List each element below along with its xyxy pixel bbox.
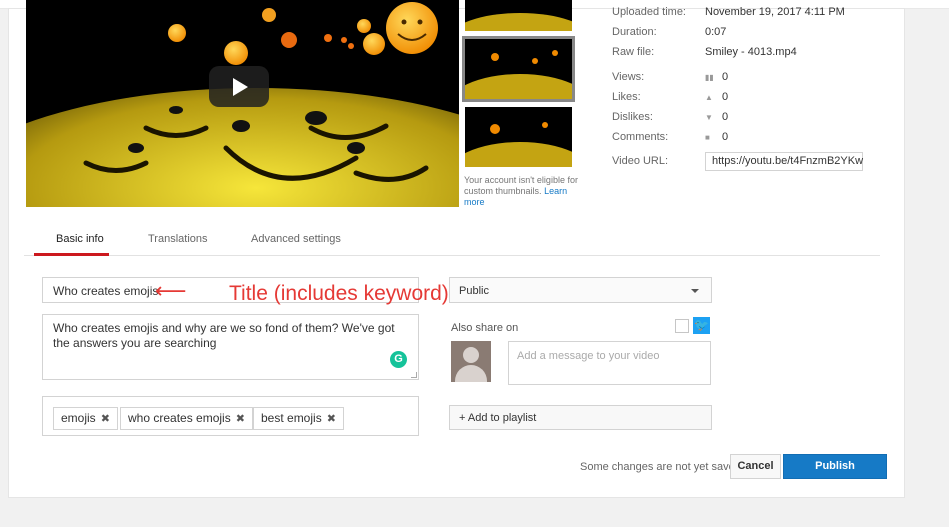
remove-tag-icon[interactable]: ✖ [101,413,110,425]
thumbnail-note: Your account isn't eligible for custom t… [464,175,578,207]
description-textarea[interactable]: Who creates emojis and why are we so fon… [42,314,419,380]
tab-translations[interactable]: Translations [148,233,208,245]
publish-button[interactable]: Publish [783,454,887,479]
resize-handle[interactable] [411,372,417,378]
share-twitter-checkbox[interactable] [675,319,689,333]
cancel-button[interactable]: Cancel [730,454,781,479]
unsaved-status: Some changes are not yet saved. [580,461,744,473]
annotation-text: Title (includes keyword) [229,282,449,305]
thumbnail-option-3[interactable] [465,107,572,167]
grammarly-icon[interactable]: G [390,351,407,368]
thumbs-up-icon: ▲ [705,93,713,102]
add-to-playlist-button[interactable]: + Add to playlist [449,405,712,430]
bar-chart-icon: ▮▮ [705,73,714,82]
active-tab-indicator [34,253,109,256]
thumbnail-option-2-selected[interactable] [462,36,575,102]
chevron-down-icon [691,289,699,293]
tab-bar: Basic info Translations Advanced setting… [24,227,880,256]
thumbnail-option-1[interactable] [465,0,572,31]
tab-advanced-settings[interactable]: Advanced settings [251,233,341,245]
share-message-input[interactable]: Add a message to your video [508,341,711,385]
thumbs-down-icon: ▼ [705,113,713,122]
video-player[interactable] [26,0,459,207]
tag-chip: emojis ✖ [53,407,118,430]
tag-chip: best emojis ✖ [253,407,344,430]
remove-tag-icon[interactable]: ✖ [327,413,336,425]
privacy-select[interactable]: Public [449,277,712,303]
play-button[interactable] [209,66,269,107]
annotation-arrow: ⟵ [155,278,187,303]
also-share-label: Also share on [451,322,519,334]
remove-tag-icon[interactable]: ✖ [236,413,245,425]
avatar [451,341,491,382]
video-url-field[interactable]: https://youtu.be/t4FnzmB2YKw [705,152,863,171]
tag-chip: who creates emojis ✖ [120,407,253,430]
tab-basic-info[interactable]: Basic info [56,233,104,245]
twitter-icon: 🐦 [693,317,710,334]
comment-icon: ■ [705,133,710,142]
